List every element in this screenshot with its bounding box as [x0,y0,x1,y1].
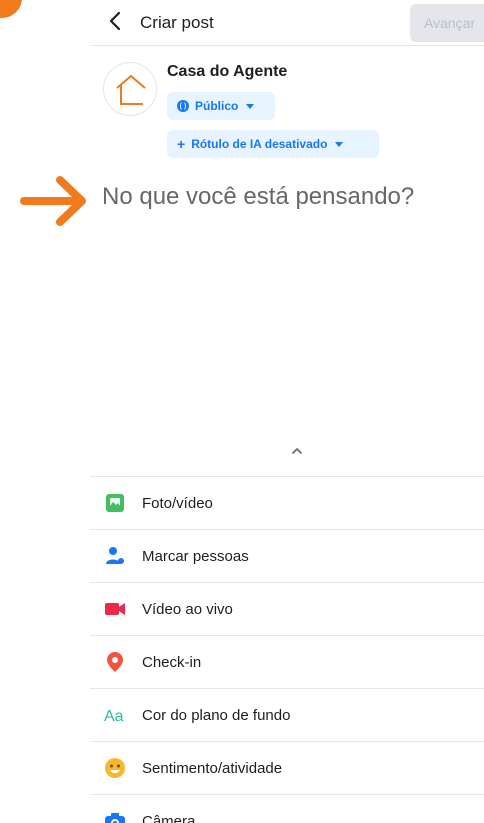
option-label: Sentimento/atividade [142,760,283,777]
ai-label-text: Rótulo de IA desativado [191,137,328,151]
globe-icon [177,100,189,112]
option-label: Check-in [142,654,202,671]
option-label: Vídeo ao vivo [142,601,233,618]
back-arrow-icon[interactable] [104,9,128,33]
next-button[interactable]: Avançar [410,4,484,42]
background-color-icon: Aa [104,708,124,725]
post-options-list: Foto/vídeo Marcar pessoas Vídeo ao vivo … [90,476,484,823]
avatar [103,62,157,116]
top-bar: Criar post Avançar [90,0,484,46]
svg-text:Aa: Aa [104,708,124,725]
audience-selector[interactable]: Público [167,92,275,120]
annotation-arrow-icon [20,176,86,226]
plus-icon: + [177,136,186,152]
option-photo-video[interactable]: Foto/vídeo [90,476,484,529]
photo-icon [106,494,124,512]
option-label: Foto/vídeo [142,495,213,512]
live-video-icon [105,603,125,615]
option-label: Marcar pessoas [142,548,249,565]
post-text-input[interactable]: No que você está pensando? [102,183,482,211]
location-pin-icon [107,652,123,672]
page-title: Criar post [140,13,214,32]
dropdown-caret-icon [335,141,344,147]
screen: Criar post Avançar Casa do Agente Públic… [0,0,484,823]
feeling-icon [105,758,125,778]
option-live-video[interactable]: Vídeo ao vivo [90,582,484,635]
annotation-marker [0,0,22,18]
option-tag-people[interactable]: Marcar pessoas [90,529,484,582]
audience-label: Público [195,99,239,113]
dropdown-caret-icon [246,103,255,109]
option-feeling-activity[interactable]: Sentimento/atividade [90,741,484,794]
option-camera[interactable]: Câmera [90,794,484,823]
option-background-color[interactable]: Aa Cor do plano de fundo [90,688,484,741]
ai-label-selector[interactable]: + Rótulo de IA desativado [167,130,379,158]
option-check-in[interactable]: Check-in [90,635,484,688]
option-label: Câmera [142,813,196,823]
camera-icon [105,813,125,823]
chevron-up-icon[interactable] [290,446,304,456]
option-label: Cor do plano de fundo [142,707,291,724]
house-logo-icon [116,75,146,105]
author-name: Casa do Agente [167,63,288,80]
tag-people-icon [106,547,124,564]
